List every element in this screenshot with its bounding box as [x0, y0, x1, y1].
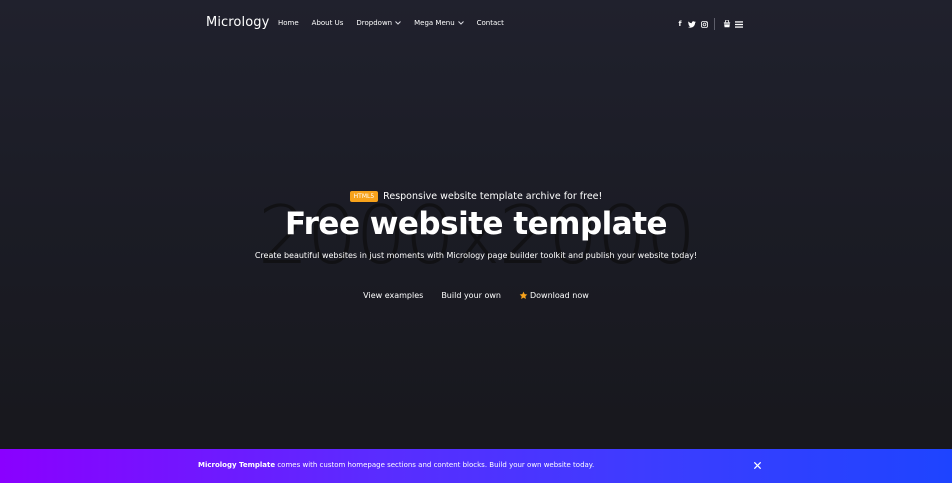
download-now-link[interactable]: Download now — [519, 291, 589, 300]
nav-link-mega-menu[interactable]: Mega Menu — [414, 19, 464, 27]
nav-divider — [714, 18, 715, 30]
hero-subline: Create beautiful websites in just moment… — [254, 251, 698, 260]
nav-link-label: Home — [278, 19, 299, 27]
hero-cta-row: View examples Build your own Download no… — [0, 291, 952, 300]
nav-link-contact[interactable]: Contact — [477, 19, 504, 27]
star-icon — [519, 291, 528, 300]
promo-banner: Micrology Template comes with custom hom… — [0, 449, 952, 483]
nav-link-dropdown[interactable]: Dropdown — [356, 19, 401, 27]
facebook-icon[interactable]: f — [675, 19, 685, 29]
hero-tagline: HTML5 Responsive website template archiv… — [0, 191, 952, 202]
navbar: Micrology Home About Us Dropdown Mega Me… — [0, 0, 952, 48]
page: Micrology Home About Us Dropdown Mega Me… — [0, 0, 952, 483]
nav-link-label: About Us — [311, 19, 344, 27]
brand-logo[interactable]: Micrology — [206, 15, 269, 30]
nav-link-label: Mega Menu — [414, 19, 455, 27]
nav-link-about[interactable]: About Us — [312, 19, 344, 27]
nav-link-home[interactable]: Home — [278, 19, 299, 27]
download-now-label: Download now — [529, 291, 589, 300]
nav-link-label: Contact — [476, 19, 504, 27]
menu-icon[interactable] — [734, 19, 744, 29]
chevron-down-icon — [395, 20, 401, 27]
html5-badge: HTML5 — [349, 191, 379, 202]
nav-link-label: Dropdown — [356, 19, 393, 27]
chevron-down-icon — [457, 20, 464, 27]
hero-headline: Free website template — [284, 206, 668, 242]
close-icon[interactable] — [752, 460, 763, 471]
nav-right: f — [673, 18, 744, 30]
tagline-text: Responsive website template archive for … — [383, 191, 603, 202]
facebook-glyph: f — [678, 20, 682, 28]
banner-text: Micrology Template comes with custom hom… — [198, 461, 594, 469]
twitter-icon[interactable] — [687, 19, 697, 29]
banner-message: comes with custom homepage sections and … — [275, 461, 595, 469]
banner-brand: Micrology Template — [198, 461, 276, 469]
instagram-icon[interactable] — [699, 19, 709, 29]
view-examples-link[interactable]: View examples — [363, 291, 423, 300]
cart-icon[interactable] — [722, 19, 732, 29]
nav-links: Home About Us Dropdown Mega Menu Contact — [278, 19, 517, 27]
build-your-own-link[interactable]: Build your own — [441, 291, 501, 300]
